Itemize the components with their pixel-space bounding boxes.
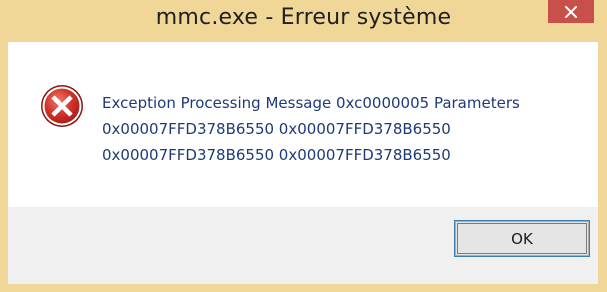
message-area: Exception Processing Message 0xc0000005 …	[8, 42, 606, 207]
title-bar[interactable]: mmc.exe - Erreur système	[0, 0, 607, 42]
ok-button-label: OK	[511, 229, 533, 248]
close-button[interactable]	[548, 0, 594, 23]
window-right-frame	[598, 42, 607, 292]
button-bar: OK	[8, 207, 606, 284]
close-icon	[565, 5, 577, 18]
message-line-2: 0x00007FFD378B6550 0x00007FFD378B6550	[102, 120, 451, 138]
window-title: mmc.exe - Erreur système	[155, 5, 452, 30]
message-line-1: Exception Processing Message 0xc0000005 …	[102, 94, 520, 112]
dialog-window: mmc.exe - Erreur système Exception Proce…	[0, 0, 607, 292]
error-icon	[40, 84, 84, 128]
dialog-content: Exception Processing Message 0xc0000005 …	[8, 42, 606, 284]
ok-button[interactable]: OK	[454, 220, 590, 257]
message-line-3: 0x00007FFD378B6550 0x00007FFD378B6550	[102, 146, 451, 164]
error-message: Exception Processing Message 0xc0000005 …	[102, 90, 602, 168]
